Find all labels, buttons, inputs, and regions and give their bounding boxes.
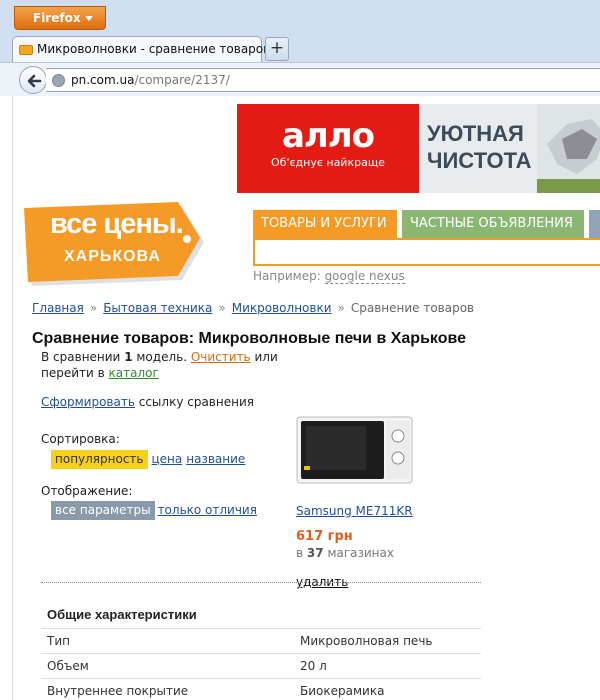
view-label: Отображение: [41,484,133,498]
banner-headline-line2: ЧИСТОТА [427,148,532,173]
globe-icon [52,74,65,87]
page-title: Сравнение товаров: Микроволновые печи в … [32,330,466,347]
clear-link[interactable]: Очистить [191,350,251,364]
breadcrumb-home[interactable]: Главная [32,301,84,315]
or-text: или [254,350,278,364]
table-row: Объем 20 л [41,653,481,678]
breadcrumb: Главная » Бытовая техника » Микроволновки » Ср… [32,301,474,315]
table-row: Тип Микроволновая печь [41,628,481,653]
chevron-down-icon [85,16,93,21]
breadcrumb-microwaves[interactable]: Микроволновки [232,301,332,315]
spec-value: Микроволновая печь [300,634,433,648]
logo-line2: ХАРЬКОВА [64,248,161,265]
sort-popularity[interactable]: популярность [51,450,148,469]
breadcrumb-separator: » [218,301,226,315]
spec-key: Тип [47,634,70,648]
firefox-menu-label: Firefox [33,11,81,25]
product-shops[interactable]: в 37 магазинах [296,546,394,560]
allo-ad-block: аллo Об'єднує найкраще [237,104,419,193]
spec-value: Биокерамика [300,684,385,698]
firefox-menu-button[interactable]: Firefox [14,6,106,30]
search-input[interactable] [253,238,600,266]
compare-suffix: модель. [136,350,188,364]
sort-price[interactable]: цена [152,452,183,466]
view-differences[interactable]: только отличия [158,503,257,517]
search-hint-prefix: Например: [253,269,321,283]
generate-link[interactable]: Сформировать [41,395,135,409]
tab-title: Микроволновки - сравнение товаров [37,42,271,56]
tab-private-ads[interactable]: ЧАСТНЫЕ ОБЪЯВЛЕНИЯ [402,210,584,238]
compare-count: 1 [124,350,133,364]
product-name-link[interactable]: Samsung ME711KR [296,504,413,518]
breadcrumb-separator: » [89,301,98,315]
spec-value: 20 л [300,659,327,673]
breadcrumb-current: Сравнение товаров [350,301,475,315]
banner-headline-line1: УЮТНАЯ [427,121,524,146]
compare-info: В сравнении 1 модель. Очистить или перей… [41,349,281,381]
view-options: все параметры только отличия [51,501,257,521]
sort-label: Сортировка: [41,432,120,446]
shops-prefix: в [296,546,304,560]
banner-headline: УЮТНАЯ ЧИСТОТА [427,120,532,174]
browser-chrome: Firefox Микроволновки - сравнение товаро… [0,0,600,96]
spec-key: Объем [47,659,89,673]
banner-cat-image [537,104,600,193]
view-all-params[interactable]: все параметры [51,501,155,520]
breadcrumb-appliances[interactable]: Бытовая техника [103,301,212,315]
back-button[interactable] [19,66,47,94]
browser-tab[interactable]: Микроволновки - сравнение товаров [12,36,270,62]
compare-prefix: В сравнении [41,350,121,364]
breadcrumb-separator: » [337,301,345,315]
shops-suffix: магазинах [327,546,394,560]
favicon-icon [19,45,33,55]
divider [41,582,481,583]
ad-banner[interactable]: аллo Об'єднує найкраще УЮТНАЯ ЧИСТОТА [237,104,600,193]
specs-title: Общие характеристики [47,607,197,622]
logo-line1: все цены. [50,208,184,240]
product-image[interactable] [296,414,414,486]
back-arrow-icon [27,74,42,88]
address-bar[interactable]: pn.com.ua/compare/2137/ [46,68,600,92]
goto-text: перейти в [41,366,105,380]
tab-more[interactable] [589,210,600,238]
search-hint: Например: google nexus [253,269,405,284]
generate-link-suffix: ссылку сравнения [138,395,254,409]
url-host: pn.com.ua [71,73,135,87]
spec-key: Внутреннее покрытие [47,684,189,698]
catalog-link[interactable]: каталог [109,366,159,380]
form-link-row: Сформировать ссылку сравнения [41,395,254,409]
page-border [12,96,13,700]
new-tab-button[interactable]: + [265,37,289,61]
sort-name[interactable]: название [186,452,245,466]
category-tabs: ТОВАРЫ И УСЛУГИ ЧАСТНЫЕ ОБЪЯВЛЕНИЯ [253,210,600,238]
shops-count: 37 [306,546,324,560]
allo-logo: аллo [281,116,375,156]
tab-goods-services[interactable]: ТОВАРЫ И УСЛУГИ [253,210,397,238]
nav-bar: pn.com.ua/compare/2137/ [0,62,600,96]
product-price: 617 грн [296,529,353,544]
url-text: pn.com.ua/compare/2137/ [71,73,230,87]
url-path: /compare/2137/ [134,73,230,87]
sort-options: популярность цена название [51,450,245,470]
allo-tagline: Об'єднує найкраще [271,156,385,169]
table-row: Внутреннее покрытие Биокерамика [41,678,481,700]
specs-table: Общие характеристики Тип Микроволновая п… [41,602,481,700]
search-hint-example[interactable]: google nexus [324,269,405,284]
